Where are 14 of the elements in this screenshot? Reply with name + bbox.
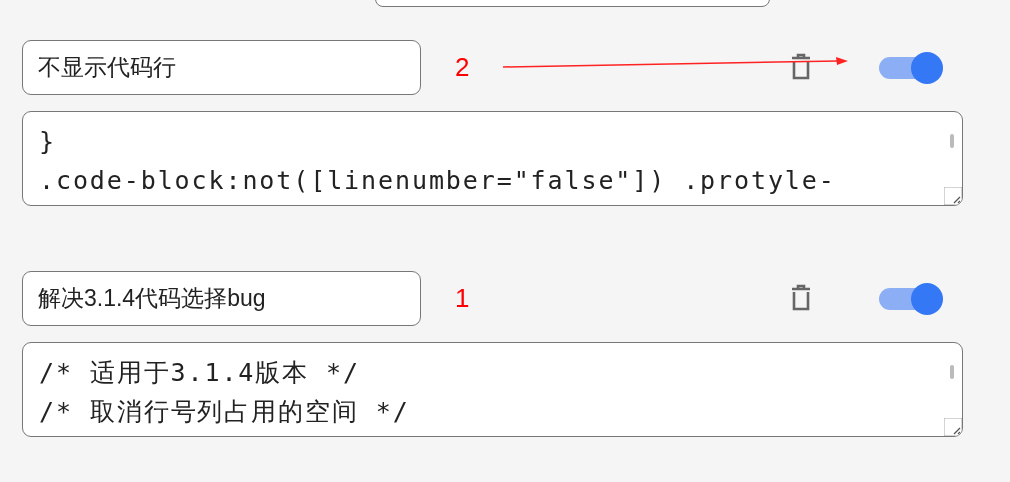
scrollbar[interactable] xyxy=(950,134,954,148)
trash-icon[interactable] xyxy=(789,53,813,81)
name-field[interactable]: 不显示代码行 xyxy=(22,39,421,95)
annotation-number: 2 xyxy=(455,51,470,83)
code-field[interactable]: /* 适用于3.1.4版本 */ /* 取消行号列占用的空间 */ xyxy=(22,342,963,437)
code-field[interactable]: } .code-block:not([linenumber="false"]) .protyle- xyxy=(22,111,963,206)
trash-icon[interactable] xyxy=(789,284,813,312)
toggle-switch[interactable] xyxy=(879,52,945,82)
annotation-number: 1 xyxy=(455,282,470,314)
scrollbar[interactable] xyxy=(950,365,954,379)
name-field[interactable]: 解决3.1.4代码选择bug xyxy=(22,270,421,326)
resize-grip-icon[interactable] xyxy=(944,187,962,205)
resize-grip-icon[interactable] xyxy=(944,418,962,436)
toggle-switch[interactable] xyxy=(879,283,945,313)
